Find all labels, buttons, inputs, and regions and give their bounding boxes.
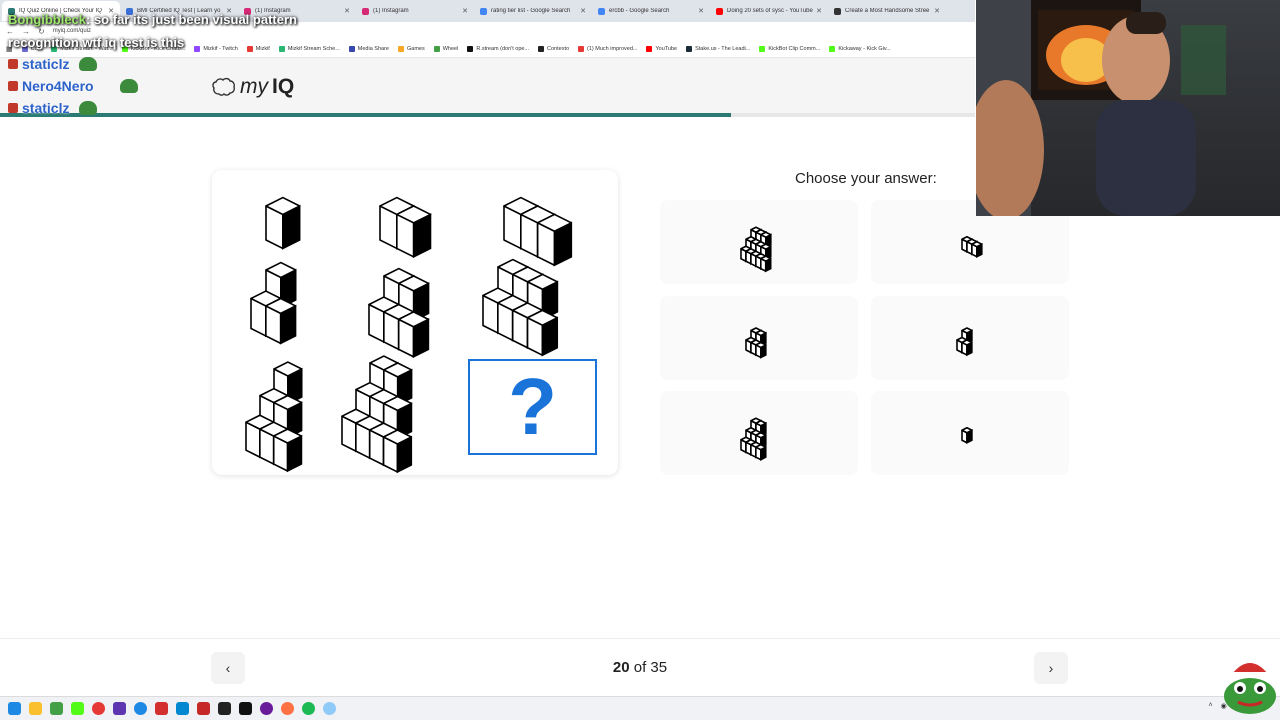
webcam-scene	[976, 0, 1226, 216]
webcam-overlay	[976, 0, 1280, 216]
cube	[272, 428, 303, 473]
app-icon[interactable]	[134, 702, 147, 715]
option-figure-3	[745, 327, 767, 359]
footer-divider	[0, 638, 1280, 639]
app-icon[interactable]	[50, 702, 63, 715]
question-mark-text: ?	[508, 362, 557, 451]
cube	[265, 196, 301, 250]
app-icon[interactable]	[197, 702, 210, 715]
option-figure-1	[740, 226, 772, 273]
cube	[755, 443, 767, 461]
chrome-icon[interactable]	[92, 702, 105, 715]
cube	[526, 309, 559, 357]
app-icon[interactable]	[176, 702, 189, 715]
screen: IQ Quiz Online | Check Your IQ ✕ BMI Certi…	[0, 0, 1280, 720]
current-question-number: 20	[612, 659, 630, 676]
spotify-icon[interactable]	[302, 702, 315, 715]
chevron-up-icon[interactable]: ˄	[1209, 702, 1213, 710]
cube	[961, 426, 973, 445]
cube	[755, 341, 767, 359]
option-figure-6	[961, 426, 973, 445]
file-explorer-icon[interactable]	[29, 702, 42, 715]
answer-option-6[interactable]	[871, 391, 1069, 475]
of-text: of	[633, 659, 647, 676]
app-icon[interactable]	[281, 702, 294, 715]
question-counter: 20 of 35	[560, 659, 720, 676]
chevron-left-icon: ‹	[225, 660, 231, 676]
app-icon[interactable]	[218, 702, 231, 715]
answer-option-4[interactable]	[871, 296, 1069, 380]
app-icon[interactable]	[260, 702, 273, 715]
cube	[382, 429, 413, 474]
previous-question-button[interactable]: ‹	[211, 652, 245, 684]
taskbar	[0, 696, 1280, 720]
option-figure-5	[740, 417, 767, 461]
start-icon[interactable]	[8, 702, 21, 715]
cube	[265, 297, 297, 345]
cube	[397, 311, 430, 359]
option-figure-4	[956, 327, 973, 357]
answer-option-5[interactable]	[660, 391, 858, 475]
cube	[536, 213, 573, 267]
cube	[961, 339, 973, 357]
kick-icon[interactable]	[71, 702, 84, 715]
total-questions: 35	[650, 659, 668, 676]
cube	[396, 205, 432, 259]
app-icon[interactable]	[155, 702, 168, 715]
answer-prompt: Choose your answer:	[795, 170, 937, 187]
answer-option-1[interactable]	[660, 200, 858, 284]
cube	[971, 240, 983, 258]
missing-figure-box: ?	[468, 359, 597, 455]
cube	[760, 255, 772, 273]
app-icon[interactable]	[239, 702, 252, 715]
app-icon[interactable]	[323, 702, 336, 715]
next-question-button[interactable]: ›	[1034, 652, 1068, 684]
chevron-right-icon: ›	[1048, 660, 1054, 676]
app-icon[interactable]	[113, 702, 126, 715]
answer-option-3[interactable]	[660, 296, 858, 380]
frog-mascot-icon	[1224, 652, 1276, 714]
